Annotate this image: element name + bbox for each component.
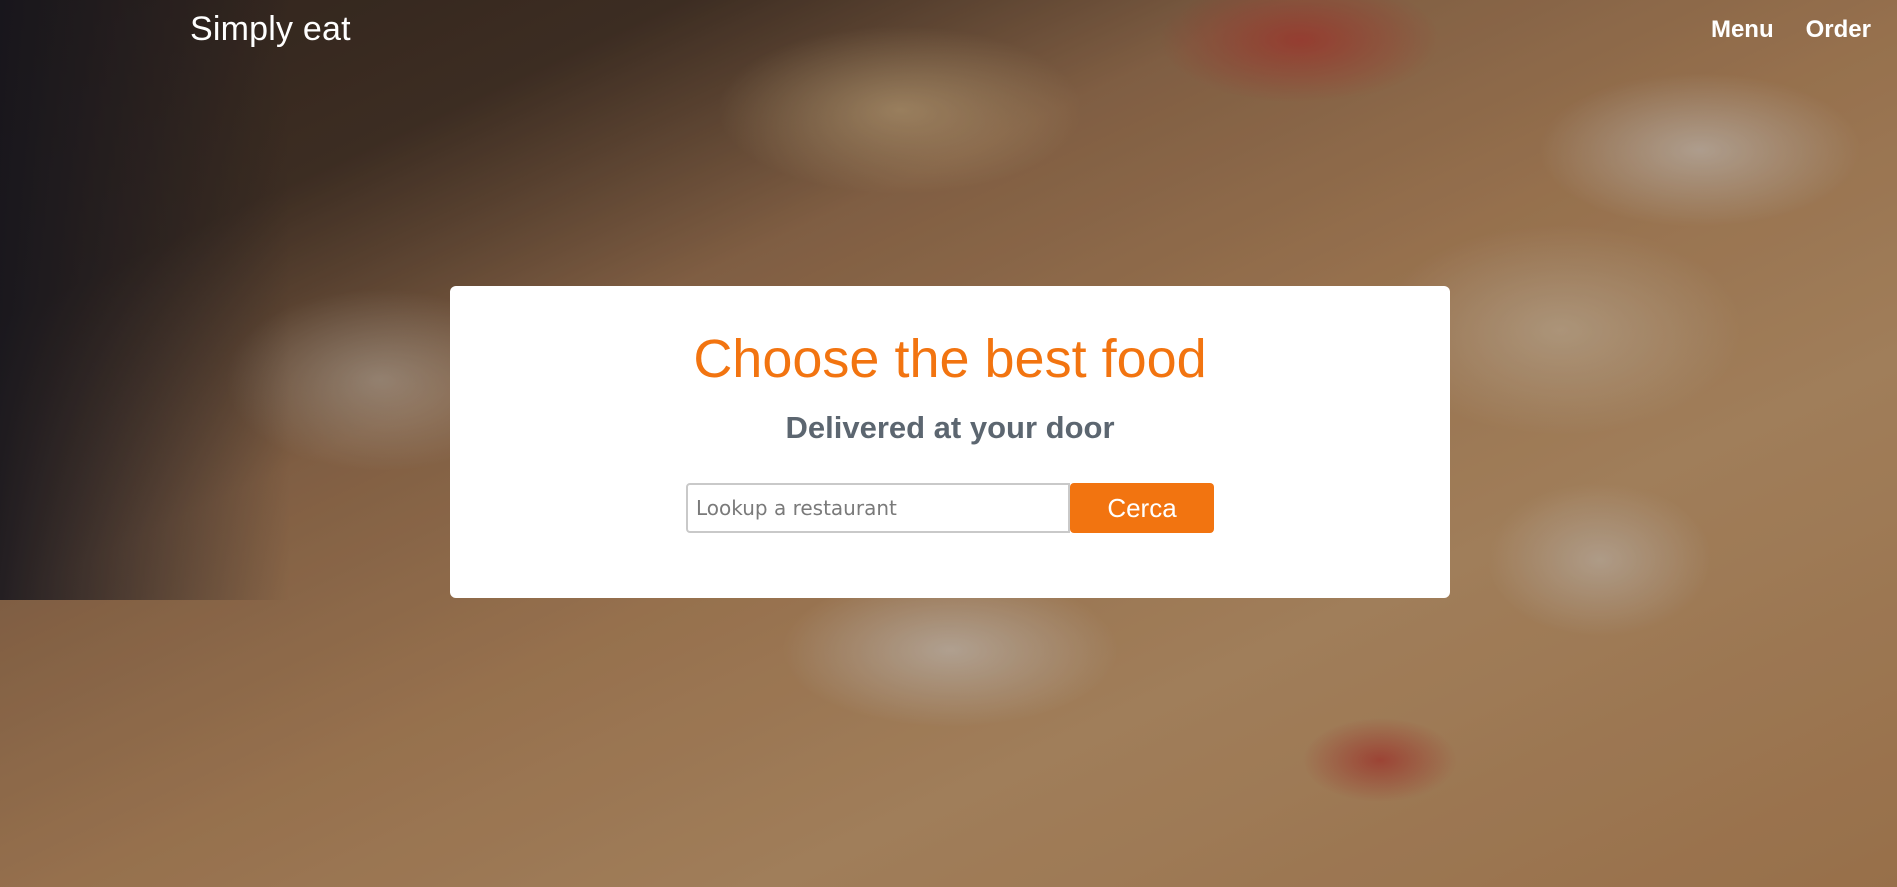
nav-order-link[interactable]: Order <box>1806 16 1871 44</box>
restaurant-search-input[interactable] <box>686 483 1070 533</box>
search-button[interactable]: Cerca <box>1070 483 1214 533</box>
hero-title: Choose the best food <box>693 329 1207 389</box>
brand-logo[interactable]: Simply eat <box>190 10 351 49</box>
hero-background: Simply eat Menu Order Choose the best fo… <box>0 0 1897 887</box>
top-navbar: Simply eat Menu Order <box>0 0 1897 62</box>
restaurant-search-form: Cerca <box>686 483 1214 533</box>
search-card: Choose the best food Delivered at your d… <box>450 286 1450 598</box>
hero-subtitle: Delivered at your door <box>785 410 1115 445</box>
nav-menu-link[interactable]: Menu <box>1711 16 1774 44</box>
main-nav: Menu Order <box>1711 16 1871 44</box>
